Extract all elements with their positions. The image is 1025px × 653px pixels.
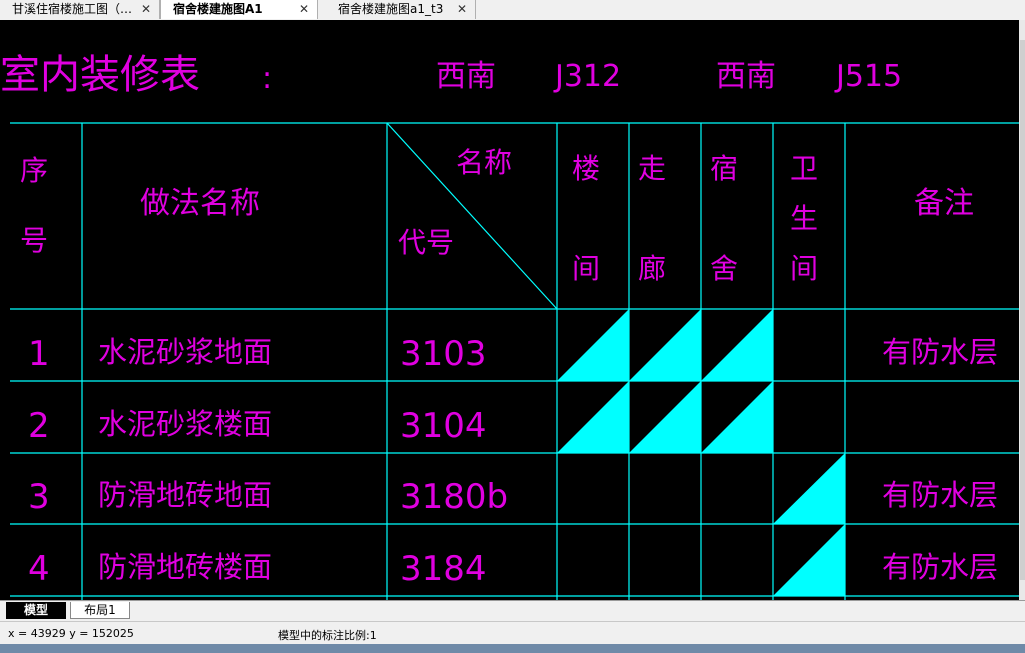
header-method: 做法名称	[140, 186, 260, 221]
mark-r2-dorm	[701, 381, 773, 453]
header-corridor-2: 廊	[638, 252, 666, 285]
header-name-diag: 名称	[456, 146, 512, 179]
mark-r2-corridor	[629, 381, 701, 453]
header-stair-2: 间	[572, 252, 600, 285]
tab-ganxi-drawing[interactable]: 甘溪住宿楼施工图（… ✕	[0, 0, 160, 19]
row3-name: 防滑地砖地面	[98, 478, 272, 512]
row1-note: 有防水层	[882, 335, 998, 369]
tab-label: 宿舍楼建施图a1_t3	[338, 2, 444, 16]
header-bath-2: 生	[790, 202, 818, 235]
status-bar: x = 43929 y = 152025 模型中的标注比例:1	[0, 621, 1025, 644]
close-icon[interactable]: ✕	[457, 0, 467, 19]
ref1-code: J312	[553, 59, 621, 94]
tab-label: 宿舍楼建施图A1	[173, 2, 263, 16]
annotation-scale: 模型中的标注比例:1	[278, 629, 377, 642]
header-bath-1: 卫	[790, 152, 818, 185]
ref1-place: 西南	[436, 59, 496, 94]
tab-dorm-a1-t3[interactable]: 宿舍楼建施图a1_t3 ✕	[318, 0, 476, 19]
row1-code: 3103	[400, 334, 487, 374]
mark-r1-corridor	[629, 309, 701, 381]
tab-label: 甘溪住宿楼施工图（…	[12, 2, 133, 16]
mark-r1-stair	[557, 309, 629, 381]
row4-note: 有防水层	[882, 550, 998, 584]
row4-seq: 4	[28, 549, 50, 589]
ref2-code: J515	[834, 59, 902, 94]
tab-layout1[interactable]: 布局1	[70, 602, 130, 619]
mark-r1-dorm	[701, 309, 773, 381]
header-stair-1: 楼	[572, 152, 600, 185]
cursor-coordinates: x = 43929 y = 152025	[8, 627, 134, 640]
close-icon[interactable]: ✕	[299, 0, 309, 19]
table-title: 室内装修表	[0, 52, 200, 98]
row2-seq: 2	[28, 406, 50, 446]
title-colon: :	[262, 61, 272, 96]
ref2-place: 西南	[716, 59, 776, 94]
taskbar	[0, 644, 1025, 653]
scrollbar-thumb[interactable]	[1020, 40, 1025, 580]
header-dorm-2: 舍	[710, 252, 738, 285]
document-tab-bar: 甘溪住宿楼施工图（… ✕ 宿舍楼建施图A1 ✕ 宿舍楼建施图a1_t3 ✕	[0, 0, 1025, 21]
tab-model[interactable]: 模型	[6, 602, 66, 619]
header-bath-3: 间	[790, 252, 818, 285]
mark-r2-stair	[557, 381, 629, 453]
row4-code: 3184	[400, 549, 487, 589]
drawing-canvas[interactable]: 室内装修表 : 西南 J312 西南 J515 序 号 做法名称 名称 代号 楼…	[0, 20, 1025, 600]
row2-code: 3104	[400, 406, 487, 446]
header-seq-2: 号	[20, 224, 48, 257]
tab-dorm-a1[interactable]: 宿舍楼建施图A1 ✕	[160, 0, 318, 19]
row3-code: 3180b	[400, 477, 508, 517]
header-seq-1: 序	[20, 154, 48, 187]
row2-name: 水泥砂浆楼面	[98, 407, 272, 441]
header-code-diag: 代号	[398, 226, 454, 259]
row1-name: 水泥砂浆地面	[98, 335, 272, 369]
close-icon[interactable]: ✕	[141, 0, 151, 19]
mark-r3-bath	[773, 453, 845, 524]
cad-drawing: 室内装修表 : 西南 J312 西南 J515 序 号 做法名称 名称 代号 楼…	[0, 52, 1025, 600]
row1-seq: 1	[28, 334, 50, 374]
header-note: 备注	[914, 186, 974, 221]
row3-seq: 3	[28, 477, 50, 517]
layout-tab-bar: 模型 布局1	[0, 600, 1025, 621]
row3-note: 有防水层	[882, 478, 998, 512]
header-dorm-1: 宿	[710, 152, 738, 185]
header-corridor-1: 走	[638, 152, 666, 185]
mark-r4-bath	[773, 524, 845, 596]
row4-name: 防滑地砖楼面	[98, 550, 272, 584]
